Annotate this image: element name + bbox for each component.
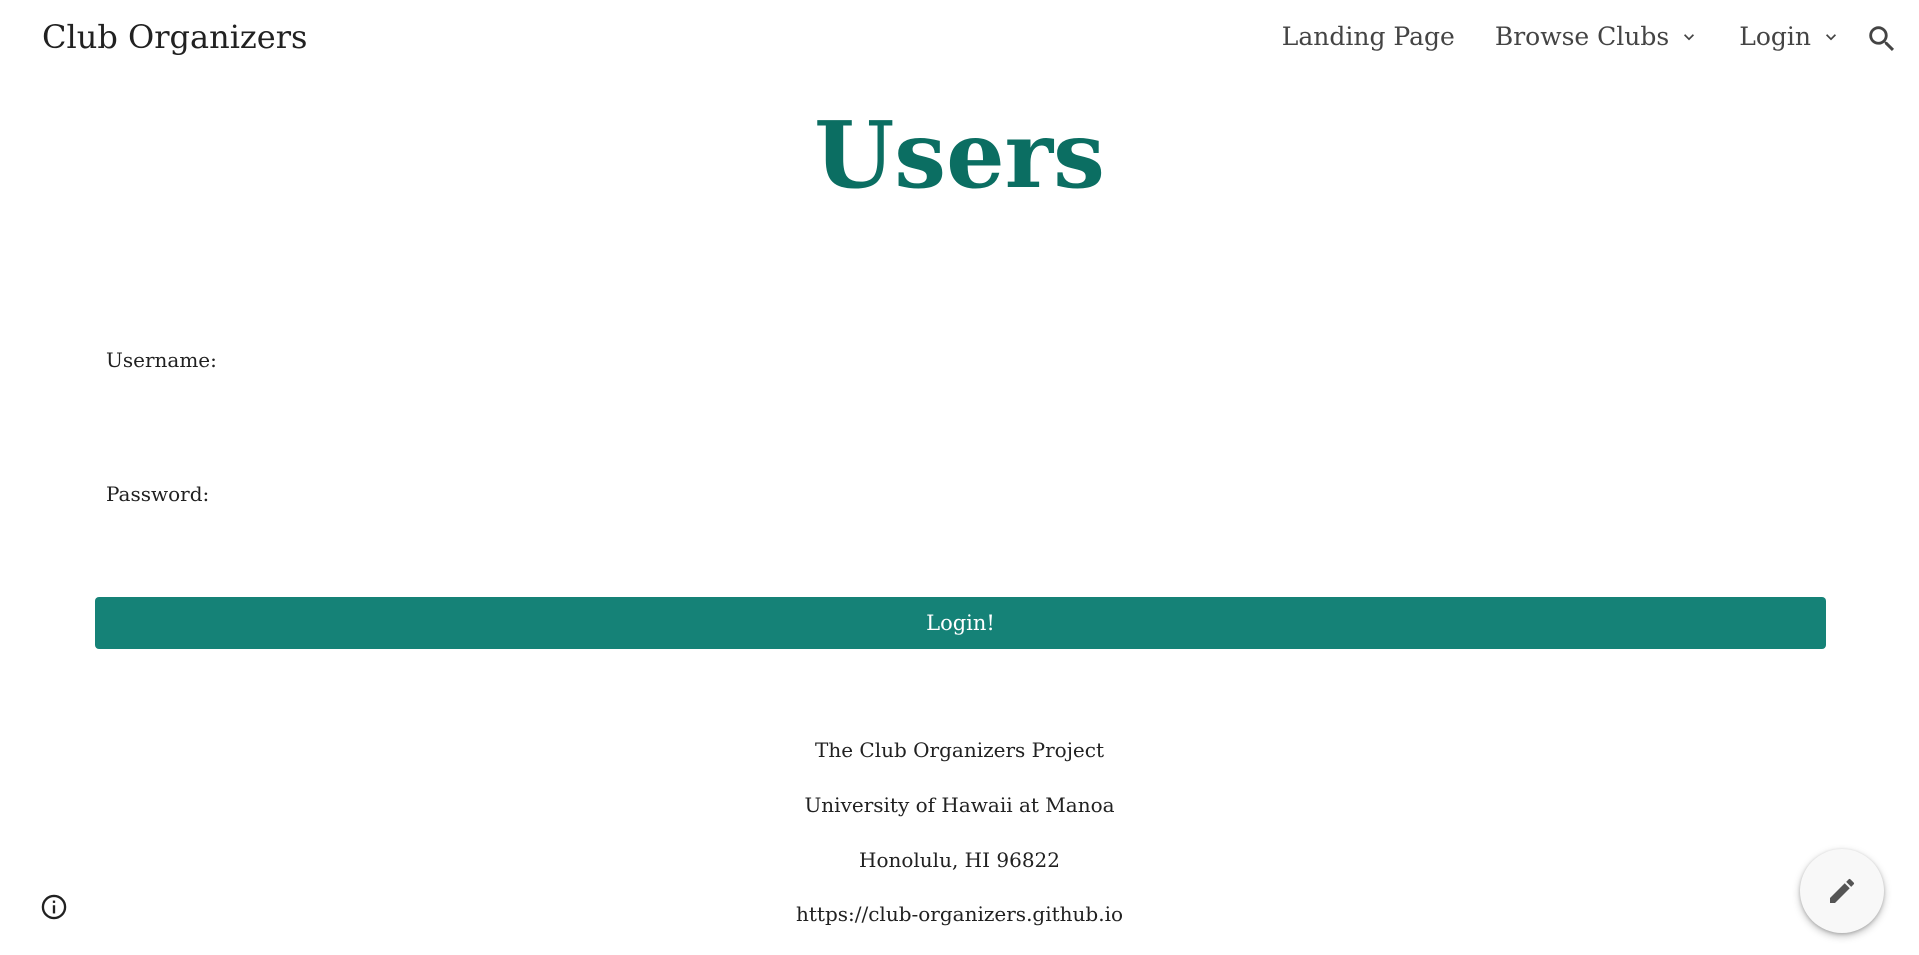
edit-button[interactable] bbox=[1800, 849, 1884, 933]
nav-item-label: Login bbox=[1739, 22, 1811, 51]
info-icon[interactable] bbox=[40, 893, 68, 921]
search-icon[interactable] bbox=[1865, 22, 1899, 56]
site-title-link[interactable]: Club Organizers bbox=[42, 18, 307, 56]
footer-project-name: The Club Organizers Project bbox=[814, 738, 1104, 762]
nav-item-label: Browse Clubs bbox=[1494, 22, 1670, 51]
site-header: Club Organizers Landing Page Browse Club… bbox=[0, 0, 1919, 82]
nav-item-browse-clubs[interactable]: Browse Clubs bbox=[1495, 22, 1699, 51]
chevron-down-icon[interactable] bbox=[1679, 27, 1699, 47]
username-input[interactable] bbox=[210, 344, 1814, 380]
nav-item-label: Landing Page bbox=[1281, 22, 1455, 51]
chevron-down-icon[interactable] bbox=[1821, 27, 1841, 47]
password-input[interactable] bbox=[210, 478, 1814, 514]
nav-item-login[interactable]: Login bbox=[1739, 22, 1841, 51]
login-button[interactable]: Login! bbox=[95, 597, 1826, 649]
password-label: Password: bbox=[106, 482, 210, 506]
top-nav: Landing Page Browse Clubs Login bbox=[1242, 22, 1841, 51]
pencil-icon bbox=[1830, 878, 1855, 903]
username-label: Username: bbox=[106, 348, 217, 372]
footer-address: Honolulu, HI 96822 bbox=[859, 848, 1060, 872]
nav-item-landing-page[interactable]: Landing Page bbox=[1282, 22, 1455, 51]
page: Club Organizers Landing Page Browse Club… bbox=[0, 0, 1919, 955]
page-title: Users bbox=[814, 101, 1105, 209]
footer-url: https://club-organizers.github.io bbox=[795, 902, 1124, 926]
footer-university: University of Hawaii at Manoa bbox=[804, 793, 1115, 817]
